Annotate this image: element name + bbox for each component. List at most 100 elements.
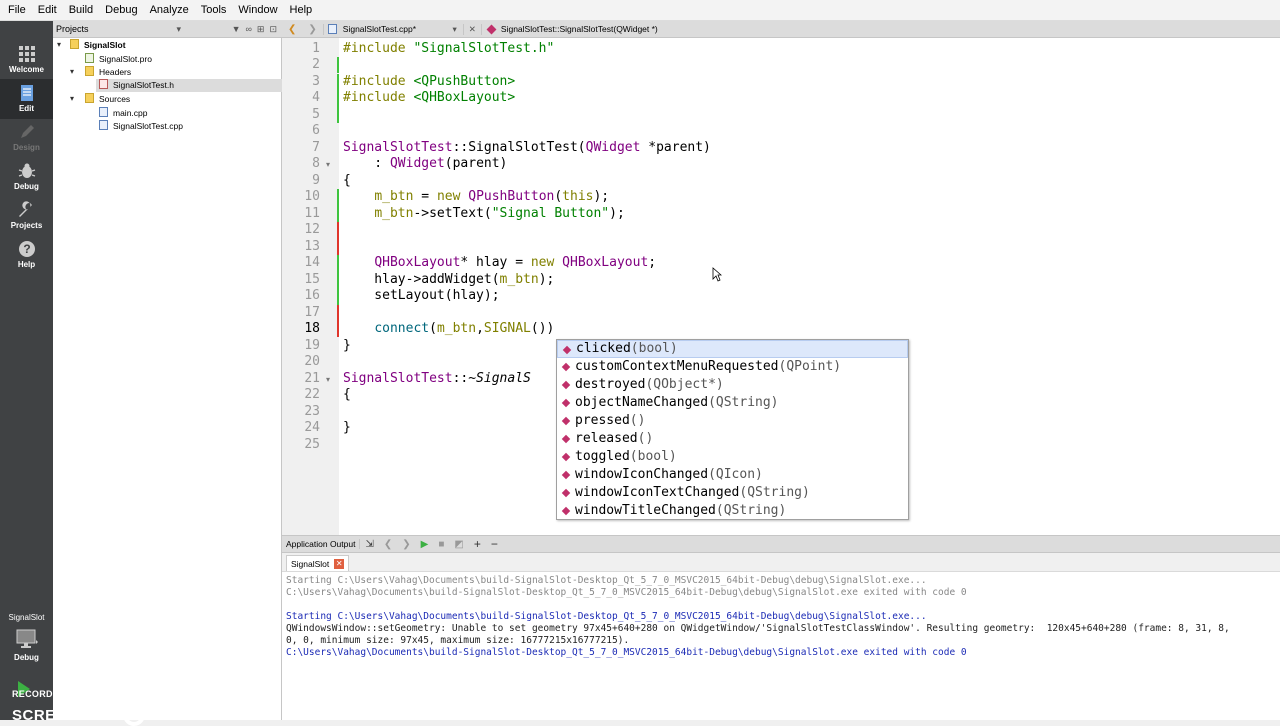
completion-name: released bbox=[575, 431, 638, 446]
mode-edit[interactable]: Edit bbox=[0, 79, 53, 119]
completion-item[interactable]: objectNameChanged(QString) bbox=[557, 394, 908, 412]
symbol-selector[interactable]: SignalSlotTest::SignalSlotTest(QWidget *… bbox=[482, 24, 658, 34]
menu-window[interactable]: Window bbox=[232, 0, 283, 21]
fold-arrow-icon[interactable]: ▾ bbox=[326, 160, 330, 169]
filter-icon[interactable]: ▼ bbox=[232, 24, 241, 35]
line-number: 17 bbox=[304, 305, 320, 320]
completion-args: () bbox=[629, 413, 646, 428]
mode-label: Projects bbox=[10, 221, 43, 230]
line-number: 10 bbox=[304, 189, 320, 204]
completion-args: (QObject*) bbox=[645, 377, 724, 392]
close-panel-icon[interactable]: ⊡ bbox=[269, 24, 277, 35]
kit-build-mode[interactable]: Debug bbox=[0, 653, 53, 662]
mode-welcome[interactable]: Welcome bbox=[0, 40, 53, 80]
line-number: 21 bbox=[304, 371, 320, 386]
document-selector[interactable]: SignalSlotTest.cpp* ▾ bbox=[322, 23, 463, 35]
clear-output-icon[interactable]: ⇲ bbox=[360, 539, 378, 550]
rerun-icon[interactable]: ▶ bbox=[416, 539, 434, 550]
link-icon[interactable]: ∞ bbox=[245, 24, 251, 35]
tree-item-label: SignalSlotTest.cpp bbox=[113, 121, 183, 131]
stop-icon[interactable]: ■ bbox=[433, 539, 449, 550]
line-number: 6 bbox=[312, 123, 320, 138]
application-output[interactable]: Starting C:\Users\Vahag\Documents\build-… bbox=[282, 572, 1280, 720]
tree-item-headers[interactable]: Headers bbox=[85, 66, 131, 79]
mode-design[interactable]: Design bbox=[0, 118, 53, 158]
autocomplete-popup[interactable]: clicked(bool) customContextMenuRequested… bbox=[556, 339, 909, 520]
code-line: #include "SignalSlotTest.h" bbox=[343, 41, 555, 56]
fold-arrow-icon[interactable]: ▾ bbox=[326, 375, 330, 384]
line-number: 11 bbox=[304, 206, 320, 221]
menu-help[interactable]: Help bbox=[284, 0, 319, 21]
line-number: 3 bbox=[312, 74, 320, 89]
line-number: 20 bbox=[304, 354, 320, 369]
completion-item[interactable]: destroyed(QObject*) bbox=[557, 376, 908, 394]
change-marker bbox=[337, 57, 339, 73]
code-line: QHBoxLayout* hlay = new QHBoxLayout; bbox=[374, 255, 657, 270]
close-document-icon[interactable]: ✕ bbox=[462, 23, 482, 35]
tree-item-project[interactable]: SignalSlot bbox=[70, 39, 126, 52]
projects-panel-title[interactable]: Projects bbox=[56, 24, 89, 34]
bug-icon bbox=[18, 163, 35, 178]
completion-args: () bbox=[637, 431, 654, 446]
completion-name: customContextMenuRequested bbox=[575, 359, 779, 374]
zoom-in-icon[interactable]: + bbox=[469, 537, 486, 551]
completion-item[interactable]: windowIconChanged(QIcon) bbox=[557, 466, 908, 484]
output-tabs: SignalSlot ✕ bbox=[282, 553, 1280, 572]
monitor-icon[interactable] bbox=[16, 628, 38, 650]
completion-item[interactable]: pressed() bbox=[557, 412, 908, 430]
menu-file[interactable]: File bbox=[2, 0, 32, 21]
line-number-gutter: 1 2 3 4 5 6 7 8 9 10 11 12 13 14 15 16 1… bbox=[282, 38, 339, 535]
code-line: m_btn = new QPushButton(this); bbox=[374, 189, 610, 204]
next-item-icon[interactable]: ❯ bbox=[397, 539, 415, 550]
chevron-down-icon[interactable]: ▾ bbox=[453, 24, 463, 35]
change-marker bbox=[337, 74, 339, 123]
code-line: #include <QHBoxLayout> bbox=[343, 90, 516, 105]
mode-label: Design bbox=[13, 143, 40, 152]
menu-build[interactable]: Build bbox=[63, 0, 99, 21]
collapse-arrow-icon[interactable]: ▾ bbox=[70, 94, 74, 103]
mode-label: Help bbox=[17, 260, 36, 269]
question-icon: ? bbox=[18, 241, 35, 257]
attach-debugger-icon[interactable]: ◩ bbox=[449, 539, 468, 550]
collapse-arrow-icon[interactable]: ▾ bbox=[57, 40, 61, 49]
completion-item[interactable]: windowIconTextChanged(QString) bbox=[557, 484, 908, 502]
code-line: hlay->addWidget(m_btn); bbox=[343, 272, 555, 287]
tree-item-main-cpp[interactable]: main.cpp bbox=[99, 107, 148, 120]
mode-label: Debug bbox=[14, 182, 39, 191]
forward-arrow-icon[interactable]: ❯ bbox=[302, 24, 322, 35]
output-pane-title[interactable]: Application Output bbox=[282, 539, 361, 549]
close-icon[interactable]: ✕ bbox=[334, 558, 345, 569]
back-arrow-icon[interactable]: ❮ bbox=[282, 24, 302, 35]
menu-edit[interactable]: Edit bbox=[32, 0, 63, 21]
zoom-out-icon[interactable]: − bbox=[486, 537, 503, 551]
menu-tools[interactable]: Tools bbox=[195, 0, 233, 21]
signal-icon bbox=[561, 380, 571, 390]
tree-item-sources[interactable]: Sources bbox=[85, 93, 130, 106]
code-line: { bbox=[343, 387, 351, 402]
collapse-arrow-icon[interactable]: ▾ bbox=[70, 67, 74, 76]
svg-text:?: ? bbox=[23, 242, 30, 256]
line-number: 16 bbox=[304, 288, 320, 303]
menu-analyze[interactable]: Analyze bbox=[144, 0, 195, 21]
tree-item-test-cpp[interactable]: SignalSlotTest.cpp bbox=[99, 120, 183, 133]
mode-help[interactable]: ? Help bbox=[0, 235, 53, 275]
tree-item-label: Headers bbox=[99, 67, 132, 77]
split-icon[interactable]: ⊞ bbox=[257, 24, 265, 35]
menu-debug[interactable]: Debug bbox=[99, 0, 143, 21]
header-file-icon bbox=[99, 79, 108, 89]
tree-item-header-file[interactable]: SignalSlotTest.h bbox=[96, 79, 282, 92]
completion-item[interactable]: released() bbox=[557, 430, 908, 448]
completion-item[interactable]: customContextMenuRequested(QPoint) bbox=[557, 358, 908, 376]
tree-item-label: SignalSlot bbox=[84, 40, 126, 50]
dropdown-icon[interactable]: ▾ bbox=[177, 24, 182, 35]
mode-debug[interactable]: Debug bbox=[0, 157, 53, 197]
completion-item[interactable]: toggled(bool) bbox=[557, 448, 908, 466]
output-tab-signalslot[interactable]: SignalSlot ✕ bbox=[286, 555, 350, 571]
previous-item-icon[interactable]: ❮ bbox=[379, 539, 397, 550]
completion-item[interactable]: windowTitleChanged(QString) bbox=[557, 502, 908, 520]
signal-icon bbox=[561, 434, 571, 444]
tree-item-pro[interactable]: SignalSlot.pro bbox=[85, 53, 152, 66]
completion-item[interactable]: clicked(bool) bbox=[557, 340, 908, 358]
line-number: 15 bbox=[304, 272, 320, 287]
mode-projects[interactable]: Projects bbox=[0, 196, 53, 236]
